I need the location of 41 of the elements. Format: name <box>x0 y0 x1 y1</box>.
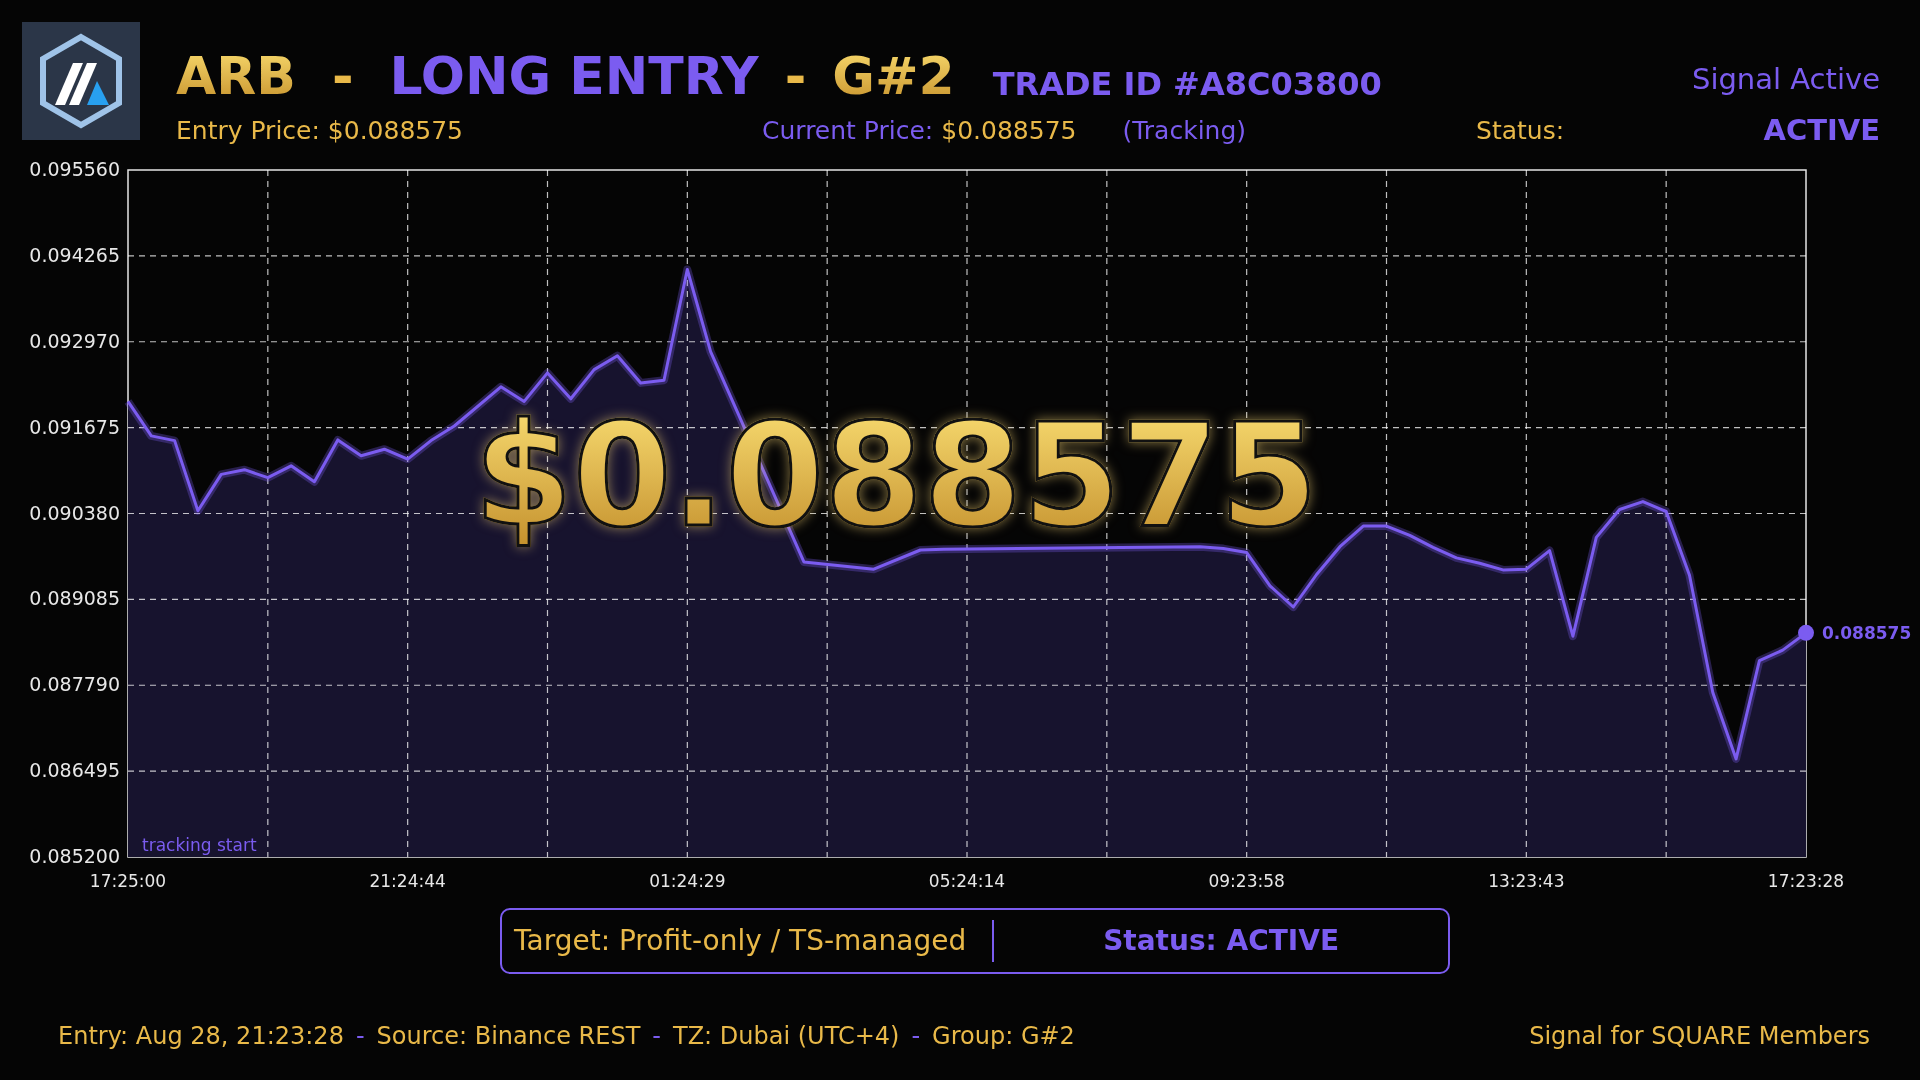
footer-separator: - <box>911 1021 921 1052</box>
entry-price: Entry Price: $0.088575 <box>176 118 464 143</box>
tracking-label: (Tracking) <box>1122 118 1247 143</box>
current-price: $0.088575 <box>941 118 1077 143</box>
footer-note: Signal for SQUARE Members <box>1529 1021 1870 1052</box>
hexagon-logo-icon <box>37 33 125 129</box>
title-separator: - <box>331 50 354 102</box>
y-axis-label: 0.087790 <box>29 673 120 696</box>
y-axis-label: 0.090380 <box>29 501 120 524</box>
last-price-label: 0.088575 <box>1822 622 1912 643</box>
y-axis-label: 0.094265 <box>29 243 120 266</box>
target-text: Target: Profit-only / TS-managed <box>502 920 995 962</box>
y-axis-label: 0.085200 <box>29 845 120 867</box>
x-axis-label: 01:24:29 <box>649 871 726 891</box>
footer-info: Source: Binance REST <box>376 1021 641 1052</box>
y-axis-label: 0.092970 <box>29 329 120 352</box>
y-axis-label: 0.089085 <box>29 587 120 610</box>
x-axis-label: 17:23:28 <box>1767 871 1845 891</box>
footer-info: Group: G#2 <box>932 1021 1075 1052</box>
status-label: Status: <box>1476 118 1565 143</box>
y-axis-label: 0.086495 <box>29 759 120 782</box>
tracking-start-label: tracking start <box>142 835 257 855</box>
x-axis-label: 21:24:44 <box>369 871 446 891</box>
direction-title: LONG ENTRY <box>389 50 759 102</box>
title-separator: - <box>784 50 807 102</box>
status-value: ACTIVE <box>1763 116 1880 145</box>
y-axis-label: 0.095560 <box>29 160 120 180</box>
end-point-marker <box>1798 624 1814 641</box>
x-axis-label: 05:24:14 <box>928 871 1006 891</box>
signal-state: Signal Active <box>1692 65 1880 94</box>
footer-separator: - <box>355 1021 365 1052</box>
footer-info: TZ: Dubai (UTC+4) <box>673 1021 900 1052</box>
footer-info: Entry: Aug 28, 21:23:28 <box>58 1021 344 1052</box>
x-axis-label: 09:23:58 <box>1208 871 1285 891</box>
y-axis-label: 0.091675 <box>29 415 120 438</box>
x-axis-label: 13:23:43 <box>1488 871 1565 891</box>
x-axis-label: 17:25:00 <box>89 871 167 891</box>
footer-separator: - <box>652 1021 661 1052</box>
current-price-label: Current Price: <box>762 118 934 143</box>
trade-id: TRADE ID #A8C03800 <box>992 68 1382 100</box>
summary-status: Status: ACTIVE <box>1102 923 1341 959</box>
